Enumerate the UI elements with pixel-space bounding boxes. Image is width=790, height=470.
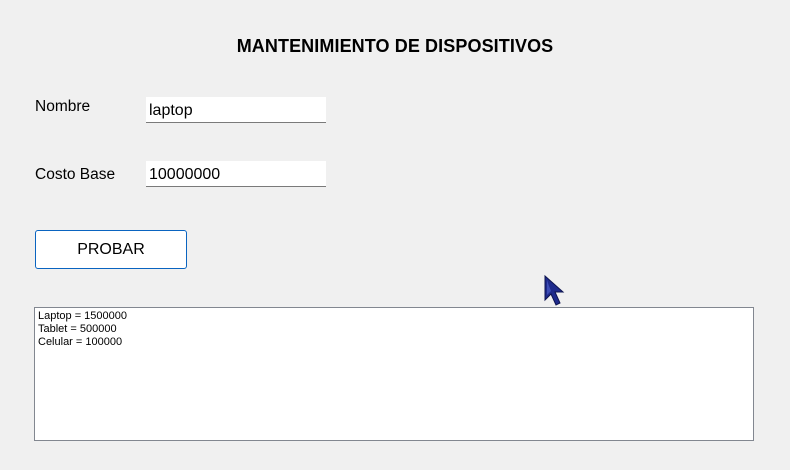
mouse-pointer-icon bbox=[544, 274, 565, 306]
nombre-label: Nombre bbox=[35, 98, 91, 115]
output-line: Tablet = 500000 bbox=[38, 323, 117, 335]
output-line: Laptop = 1500000 bbox=[38, 310, 128, 322]
output-line: Celular = 100000 bbox=[38, 336, 123, 348]
nombre-input[interactable] bbox=[146, 97, 326, 123]
output-textbox[interactable]: Laptop = 1500000 Tablet = 500000 Celular… bbox=[34, 307, 754, 441]
form-title: MANTENIMIENTO DE DISPOSITIVOS bbox=[236, 36, 554, 56]
probar-button[interactable]: PROBAR bbox=[35, 230, 187, 269]
costo-base-input[interactable] bbox=[146, 161, 326, 187]
costo-base-label: Costo Base bbox=[35, 166, 116, 183]
